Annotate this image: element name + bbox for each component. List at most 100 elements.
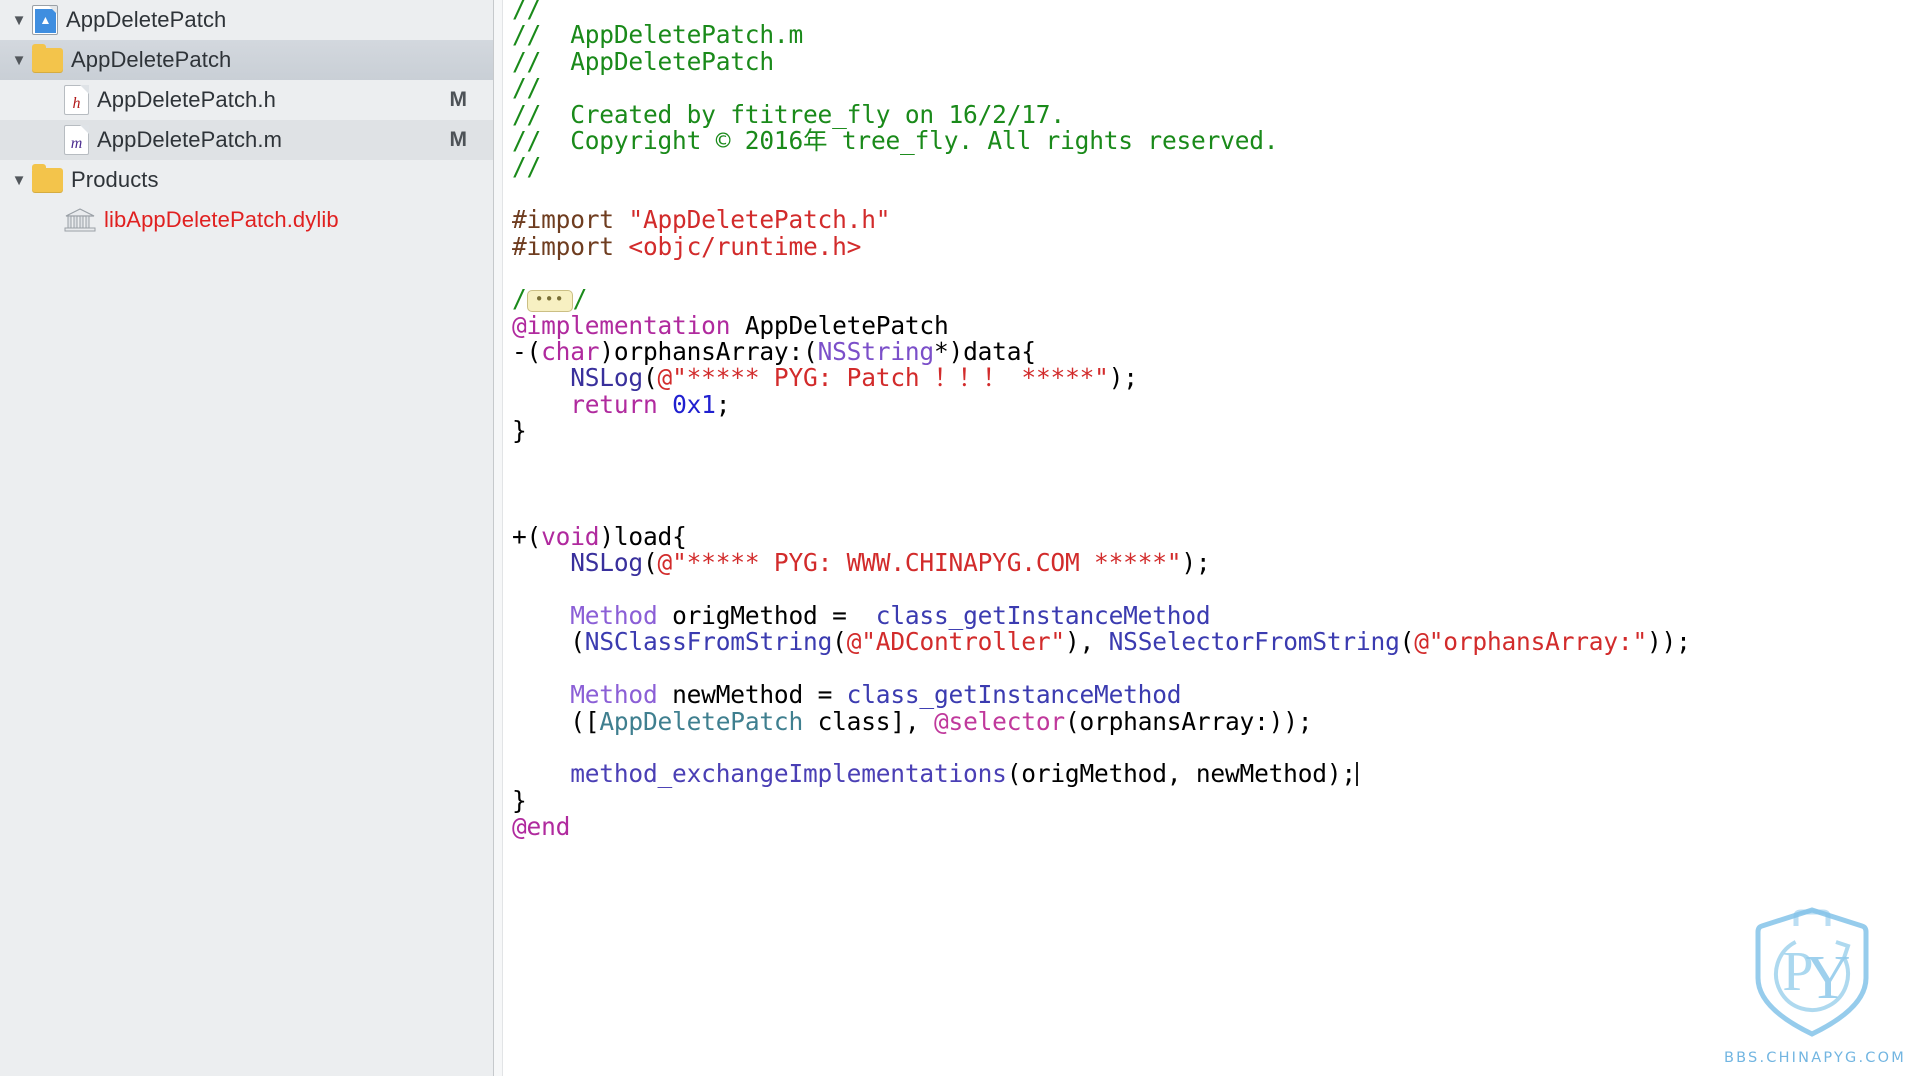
code-token: Method [570,680,658,710]
code-line[interactable]: @end [512,812,1691,842]
code-line[interactable] [512,735,1691,761]
collapsed-comment-chip[interactable]: ••• [526,290,573,313]
code-token: / [512,284,527,314]
code-line[interactable]: @implementation AppDeletePatch [512,312,1691,339]
code-line[interactable]: NSLog(@"***** PYG: WWW.CHINAPYG.COM ****… [512,550,1691,576]
code-line[interactable]: // Copyright © 2016年 tree_fly. All right… [512,125,1691,155]
code-token: *)data{ [933,337,1036,367]
sidebar-item-label: Products [71,167,159,192]
source-editor[interactable]: //// AppDeletePatch.m// AppDeletePatch//… [494,0,1916,1076]
code-line[interactable] [512,471,1691,497]
objc-file-icon: m [64,125,89,155]
code-token: ( [1399,627,1415,657]
sidebar-item-group-products[interactable]: ▼ Products [0,160,493,200]
code-token: NSSelectorFromString [1108,627,1400,657]
code-line[interactable]: Method newMethod = class_getInstanceMeth… [512,680,1691,710]
code-token: @"***** PYG: Patch ！！！ *****" [657,363,1109,393]
code-token: )); [1647,627,1691,657]
code-token: char [541,337,600,367]
code-token: AppDeletePatch [599,706,804,736]
code-token: ( [512,627,585,657]
svg-text:P: P [1782,941,1813,1003]
code-token: method_exchangeImplementations [570,759,1007,789]
code-token: 0x1 [672,389,716,419]
xcode-project-icon: ▲ [32,5,58,35]
code-line[interactable] [512,577,1691,603]
code-line[interactable]: NSLog(@"***** PYG: Patch ！！！ *****"); [512,365,1691,391]
disclosure-triangle-icon[interactable]: ▼ [6,173,32,188]
code-line[interactable]: // [512,74,1691,101]
code-token: @"ADController" [846,627,1065,657]
chinapyg-watermark: P Y BBS.CHINAPYG.COM [1724,898,1906,1068]
sidebar-item-product-dylib[interactable]: ▼ libAppDeletePatch.dylib [0,200,493,240]
code-line[interactable]: } [512,785,1691,815]
code-line[interactable]: (NSClassFromString(@"ADController"), NSS… [512,629,1691,655]
sidebar-item-group-appdeletepatch[interactable]: ▼ AppDeletePatch [0,40,493,80]
code-line[interactable]: ([AppDeletePatch class], @selector(orpha… [512,706,1691,736]
code-token: )load{ [599,521,687,551]
code-line[interactable]: +(void)load{ [512,521,1691,551]
code-token: +( [512,521,542,551]
disclosure-triangle-icon[interactable]: ▼ [6,53,32,68]
code-token: ); [1108,363,1138,393]
code-line[interactable]: method_exchangeImplementations(origMetho… [512,761,1691,787]
code-token: #import [512,205,629,235]
code-token: // Copyright © 2016年 tree_fly. All right… [512,125,1279,155]
code-line[interactable]: -(char)orphansArray:(NSString*)data{ [512,337,1691,367]
svg-text:Y: Y [1806,944,1851,1012]
code-token: #import [512,231,629,261]
code-token: @"orphansArray:" [1414,627,1647,657]
code-token: class_getInstanceMethod [846,680,1182,710]
code-token: )orphansArray:( [599,337,818,367]
library-icon [64,207,96,233]
code-token: ); [1181,548,1211,578]
sidebar-item-label: AppDeletePatch [71,47,232,72]
code-line[interactable] [512,497,1691,523]
sidebar-item-label: AppDeletePatch.h [97,87,276,112]
code-token: NSString [817,337,935,367]
code-line[interactable]: // Created by ftitree_fly on 16/2/17. [512,101,1691,128]
code-line[interactable]: // [512,0,1691,22]
header-file-icon: h [64,85,89,115]
code-line[interactable]: #import "AppDeletePatch.h" [512,205,1691,235]
code-token: (origMethod, newMethod); [1006,759,1356,789]
code-token: class_getInstanceMethod [875,600,1211,630]
sidebar-item-file-appdeletepatch-m[interactable]: ▼mAppDeletePatch.mM [0,120,493,160]
code-line[interactable]: // AppDeletePatch [512,48,1691,75]
code-line[interactable] [512,181,1691,207]
project-navigator-list[interactable]: ▼▲AppDeletePatch▼AppDeletePatch▼hAppDele… [0,0,493,240]
code-token: ), [1064,627,1109,657]
code-token: <objc/runtime.h> [628,231,862,261]
code-token: } [512,785,527,815]
code-token: NSLog [570,363,643,393]
code-token: newMethod = [657,680,847,710]
code-token: "AppDeletePatch.h" [628,205,891,235]
disclosure-triangle-icon[interactable]: ▼ [6,13,32,28]
sidebar-item-label: AppDeletePatch [66,7,227,32]
code-line[interactable] [512,445,1691,471]
code-line[interactable]: Method origMethod = class_getInstanceMet… [512,600,1691,630]
code-line[interactable] [512,260,1691,286]
code-line[interactable]: return 0x1; [512,389,1691,419]
code-line[interactable] [512,656,1691,682]
text-cursor [1355,762,1358,787]
code-line[interactable]: // AppDeletePatch.m [512,22,1691,48]
code-line[interactable]: // [512,154,1691,180]
sidebar-item-project-root[interactable]: ▼ ▲ AppDeletePatch [0,0,493,40]
code-line[interactable]: } [512,418,1691,444]
code-token: (orphansArray:)); [1064,706,1313,736]
scm-status-badge: M [449,128,468,151]
sidebar-item-file-appdeletepatch-h[interactable]: ▼hAppDeletePatch.hM [0,80,493,120]
code-line[interactable]: / ••• / [512,284,1691,314]
code-token: ( [832,627,847,657]
project-navigator[interactable]: ▼▲AppDeletePatch▼AppDeletePatch▼hAppDele… [0,0,494,1076]
source-code-area[interactable]: //// AppDeletePatch.m// AppDeletePatch//… [502,0,1691,841]
code-token: @end [512,812,571,842]
code-line[interactable]: #import <objc/runtime.h> [512,231,1691,261]
folder-icon [32,163,63,193]
watermark-site-text: BBS.CHINAPYG.COM [1724,1050,1906,1066]
